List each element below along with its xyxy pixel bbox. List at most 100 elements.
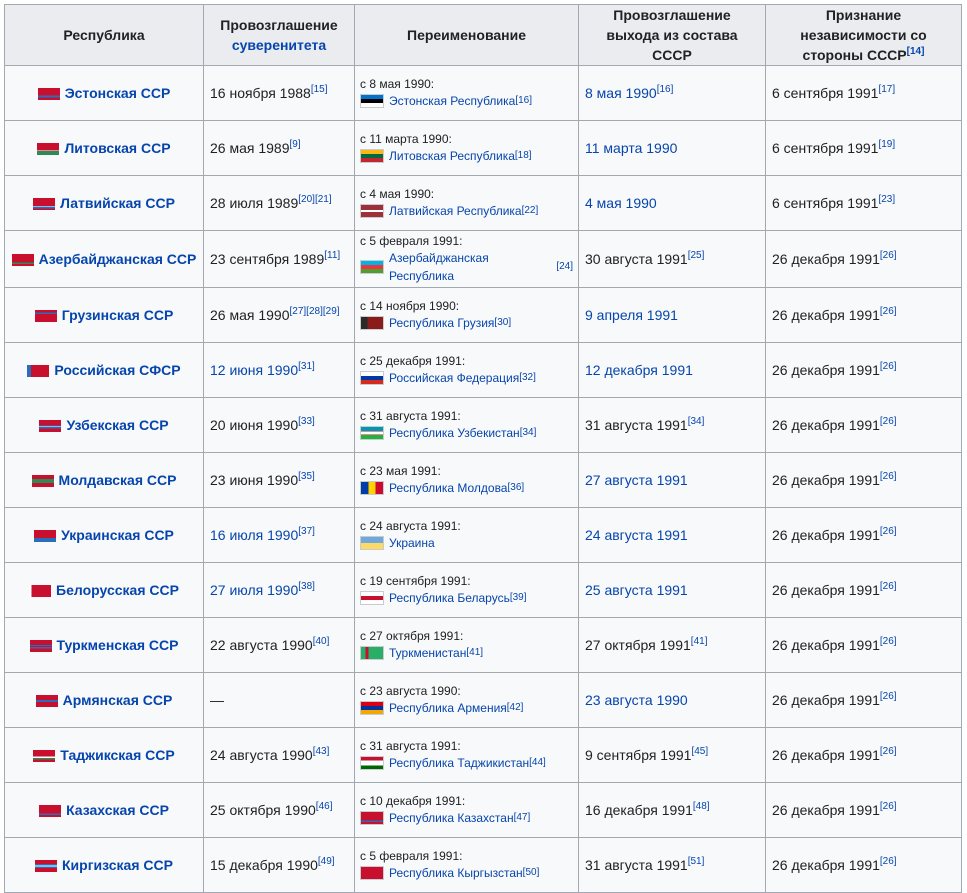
exit-date-link[interactable]: 8 мая 1990 xyxy=(585,85,657,101)
reference-link[interactable]: [24] xyxy=(556,261,573,272)
reference-link[interactable]: [26] xyxy=(880,856,897,867)
reference-link[interactable]: [15] xyxy=(311,84,328,95)
republic-link[interactable]: Узбекская ССР xyxy=(66,417,168,433)
rename-country-link[interactable]: Республика Беларусь xyxy=(389,589,510,607)
reference-link[interactable]: [30] xyxy=(494,317,511,328)
reference-link[interactable]: [26] xyxy=(880,416,897,427)
reference-link[interactable]: [34] xyxy=(520,427,537,438)
exit-date-link[interactable]: 12 декабря 1991 xyxy=(585,362,693,378)
reference-link[interactable]: [41] xyxy=(466,647,483,658)
exit-date-link[interactable]: 4 мая 1990 xyxy=(585,195,657,211)
sovereignty-link[interactable]: суверенитета xyxy=(232,37,326,53)
reference-link[interactable]: [32] xyxy=(519,372,536,383)
reference-link[interactable]: [16] xyxy=(515,95,532,106)
republic-link[interactable]: Российская СФСР xyxy=(54,362,180,378)
reference-link[interactable]: [48] xyxy=(693,801,710,812)
rename-country-link[interactable]: Республика Молдова xyxy=(389,479,507,497)
sovereignty-date-link[interactable]: 16 июля 1990 xyxy=(210,527,298,543)
republic-link[interactable]: Латвийская ССР xyxy=(60,195,175,211)
reference-link[interactable]: [11] xyxy=(324,250,340,261)
reference-link[interactable]: [22] xyxy=(522,205,539,216)
reference-link[interactable]: [40] xyxy=(313,636,330,647)
reference-link[interactable]: [18] xyxy=(515,150,532,161)
reference-link[interactable]: [25] xyxy=(688,250,705,261)
reference-link[interactable]: [33] xyxy=(298,416,315,427)
exit-date-link[interactable]: 9 апреля 1991 xyxy=(585,307,678,323)
reference-link[interactable]: [27][28][29] xyxy=(290,306,340,317)
reference-link[interactable]: [19] xyxy=(878,139,895,150)
reference-link[interactable]: [50] xyxy=(523,867,540,878)
republic-link[interactable]: Армянская ССР xyxy=(63,692,173,708)
republic-link[interactable]: Таджикская ССР xyxy=(60,747,174,763)
reference-link[interactable]: [26] xyxy=(880,801,897,812)
rename-country-link[interactable]: Эстонская Республика xyxy=(389,92,515,110)
reference-link[interactable]: [46] xyxy=(316,801,333,812)
reference-link[interactable]: [26] xyxy=(880,471,897,482)
reference-link[interactable]: [16] xyxy=(657,84,674,95)
reference-link[interactable]: [9] xyxy=(290,139,301,150)
sovereignty-date-link[interactable]: 27 июля 1990 xyxy=(210,582,298,598)
rename-country-link[interactable]: Украина xyxy=(389,534,435,552)
sovereignty-cell: 26 мая 1989[9] xyxy=(203,120,355,176)
republic-link[interactable]: Литовская ССР xyxy=(64,140,170,156)
rename-country-link[interactable]: Азербайджанская Республика xyxy=(389,249,556,285)
rename-country-link[interactable]: Литовская Республика xyxy=(389,147,515,165)
reference-link[interactable]: [31] xyxy=(298,361,315,372)
rename-country-link[interactable]: Латвийская Республика xyxy=(389,202,522,220)
reference-link[interactable]: [17] xyxy=(878,84,895,95)
reference-link[interactable]: [43] xyxy=(313,746,330,757)
reference-link[interactable]: [37] xyxy=(298,526,315,537)
reference-link[interactable]: [49] xyxy=(318,856,335,867)
republic-link[interactable]: Азербайджанская ССР xyxy=(39,251,197,267)
reference-link[interactable]: [26] xyxy=(880,691,897,702)
exit-date-link[interactable]: 25 августа 1991 xyxy=(585,582,688,598)
republic-link[interactable]: Молдавская ССР xyxy=(59,472,177,488)
header-recognition-ref[interactable]: [14] xyxy=(907,46,925,57)
reference-link[interactable]: [47] xyxy=(514,812,531,823)
reference-link[interactable]: [20][21] xyxy=(298,194,331,205)
reference-link[interactable]: [26] xyxy=(880,250,897,261)
exit-date-link[interactable]: 23 августа 1990 xyxy=(585,692,688,708)
sovereignty-cell: 28 июля 1989[20][21] xyxy=(203,175,355,231)
reference-link[interactable]: [42] xyxy=(507,702,524,713)
reference-link[interactable]: [26] xyxy=(880,306,897,317)
reference-link[interactable]: [26] xyxy=(880,746,897,757)
reference-link[interactable]: [38] xyxy=(298,581,315,592)
republic-link[interactable]: Украинская ССР xyxy=(61,527,174,543)
rename-country-link[interactable]: Республика Таджикистан xyxy=(389,754,529,772)
reference-link[interactable]: [44] xyxy=(529,757,546,768)
republic-cell: Российская СФСР xyxy=(4,342,204,398)
rename-cell: с 10 декабря 1991: Республика Казахстан [4… xyxy=(354,782,579,838)
rename-country-link[interactable]: Республика Узбекистан xyxy=(389,424,520,442)
reference-link[interactable]: [51] xyxy=(688,856,705,867)
soviet-republic-flag-icon xyxy=(29,585,52,598)
exit-date-link[interactable]: 11 марта 1990 xyxy=(585,140,677,156)
republic-link[interactable]: Туркменская ССР xyxy=(57,637,179,653)
reference-link[interactable]: [34] xyxy=(688,416,705,427)
republic-link[interactable]: Киргизская ССР xyxy=(62,857,173,873)
rename-country-link[interactable]: Республика Грузия xyxy=(389,314,494,332)
rename-country-link[interactable]: Республика Армения xyxy=(389,699,507,717)
rename-country-link[interactable]: Республика Кыргызстан xyxy=(389,864,523,882)
republic-link[interactable]: Грузинская ССР xyxy=(62,307,174,323)
rename-country-link[interactable]: Российская Федерация xyxy=(389,369,519,387)
reference-link[interactable]: [36] xyxy=(507,482,524,493)
exit-date-link[interactable]: 24 августа 1991 xyxy=(585,527,688,543)
reference-link[interactable]: [26] xyxy=(880,581,897,592)
reference-link[interactable]: [41] xyxy=(691,636,708,647)
republic-link[interactable]: Казахская ССР xyxy=(66,802,169,818)
reference-link[interactable]: [26] xyxy=(880,636,897,647)
rename-country-link[interactable]: Республика Казахстан xyxy=(389,809,514,827)
rename-country-link[interactable]: Туркменистан xyxy=(389,644,466,662)
reference-link[interactable]: [35] xyxy=(298,471,315,482)
reference-link[interactable]: [39] xyxy=(510,592,527,603)
exit-date-link[interactable]: 27 августа 1991 xyxy=(585,472,688,488)
reference-link[interactable]: [45] xyxy=(691,746,708,757)
republic-link[interactable]: Белорусская ССР xyxy=(56,582,179,598)
republic-link[interactable]: Эстонская ССР xyxy=(65,85,171,101)
reference-link[interactable]: [26] xyxy=(880,526,897,537)
reference-link[interactable]: [26] xyxy=(880,361,897,372)
header-recognition: Признание независимости со стороны СССР[… xyxy=(765,4,962,66)
sovereignty-date-link[interactable]: 12 июня 1990 xyxy=(210,362,298,378)
reference-link[interactable]: [23] xyxy=(878,194,895,205)
